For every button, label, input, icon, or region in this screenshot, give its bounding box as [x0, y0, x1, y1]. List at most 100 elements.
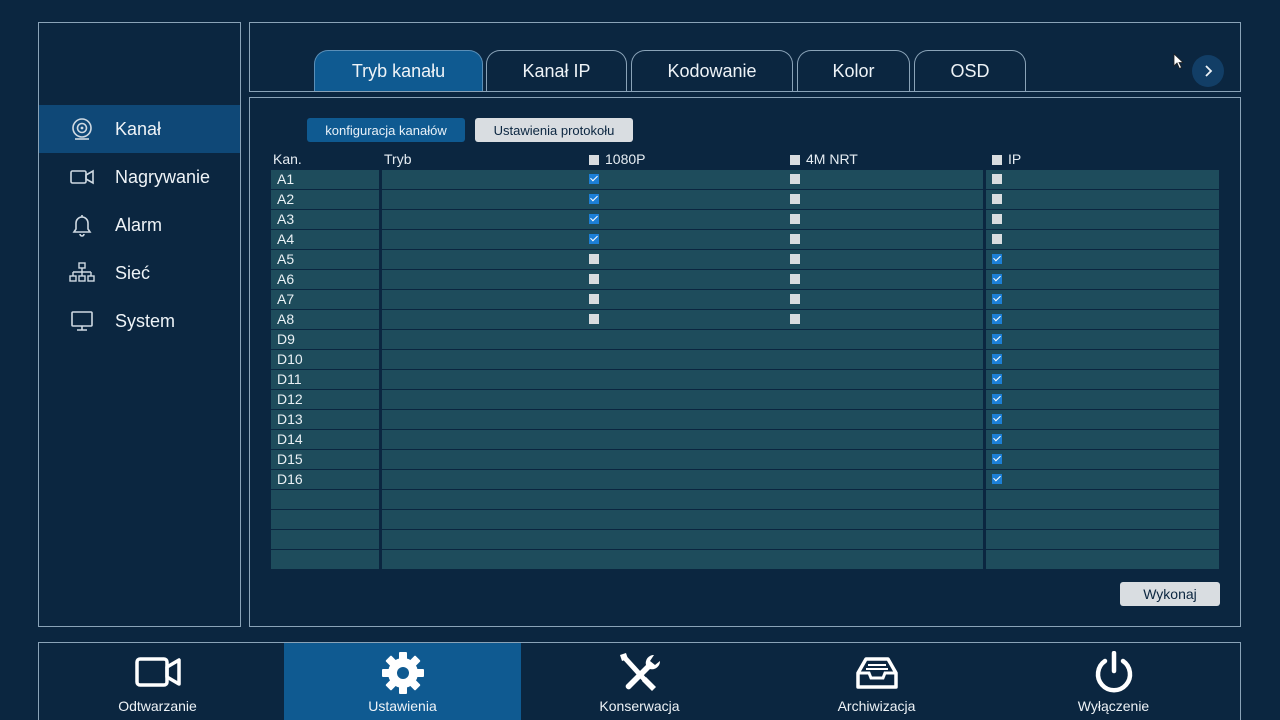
sidebar-item-alarm[interactable]: Alarm — [39, 201, 240, 249]
table-cell — [986, 410, 1219, 429]
1080p-checkbox[interactable] — [589, 254, 599, 264]
table-cell — [382, 210, 983, 229]
select-all-1080p-checkbox[interactable] — [589, 155, 599, 165]
table-cell — [986, 290, 1219, 309]
4m-nrt-checkbox[interactable] — [790, 234, 800, 244]
video-camera-icon — [70, 169, 94, 185]
4m-nrt-checkbox[interactable] — [790, 254, 800, 264]
ip-checkbox[interactable] — [992, 214, 1002, 224]
table-cell — [986, 210, 1219, 229]
network-icon — [69, 262, 95, 282]
4m-nrt-checkbox[interactable] — [790, 274, 800, 284]
ip-checkbox[interactable] — [992, 394, 1002, 404]
table-cell — [382, 390, 983, 409]
ip-checkbox[interactable] — [992, 334, 1002, 344]
1080p-checkbox[interactable] — [589, 174, 599, 184]
nav-ustawienia[interactable]: Ustawienia — [284, 643, 521, 720]
table-cell — [986, 170, 1219, 189]
ip-checkbox[interactable] — [992, 434, 1002, 444]
1080p-checkbox[interactable] — [589, 314, 599, 324]
ip-checkbox[interactable] — [992, 414, 1002, 424]
1080p-checkbox[interactable] — [589, 274, 599, 284]
sidebar-item-label: Kanał — [115, 118, 162, 139]
table-cell — [382, 270, 983, 289]
table-cell — [382, 230, 983, 249]
header-1080p: 1080P — [605, 151, 646, 167]
table-cell — [986, 390, 1219, 409]
nav-wylaczenie[interactable]: Wyłączenie — [995, 643, 1232, 720]
1080p-checkbox[interactable] — [589, 294, 599, 304]
table-cell — [382, 330, 983, 349]
ip-checkbox[interactable] — [992, 474, 1002, 484]
table-row: A2 — [271, 190, 1219, 209]
table-cell — [382, 550, 983, 569]
table-row — [271, 550, 1219, 569]
sidebar-item-label: Sieć — [115, 262, 151, 283]
protocol-settings-button[interactable]: Ustawienia protokołu — [475, 118, 633, 142]
ip-checkbox[interactable] — [992, 374, 1002, 384]
table-cell — [271, 550, 379, 569]
ip-checkbox[interactable] — [992, 174, 1002, 184]
nav-archiwizacja[interactable]: Archiwizacja — [758, 643, 995, 720]
channel-label: A6 — [277, 271, 295, 287]
header-4m-nrt: 4M NRT — [806, 151, 858, 167]
table-cell — [382, 370, 983, 389]
ip-checkbox[interactable] — [992, 354, 1002, 364]
4m-nrt-checkbox[interactable] — [790, 294, 800, 304]
sidebar-item-kanal[interactable]: Kanał — [39, 105, 240, 153]
4m-nrt-checkbox[interactable] — [790, 194, 800, 204]
nav-konserwacja[interactable]: Konserwacja — [521, 643, 758, 720]
ip-checkbox[interactable] — [992, 454, 1002, 464]
mouse-cursor-icon — [1173, 53, 1185, 70]
tab-tryb-kanalu[interactable]: Tryb kanału — [314, 50, 483, 91]
ip-checkbox[interactable] — [992, 234, 1002, 244]
execute-button[interactable]: Wykonaj — [1120, 582, 1220, 606]
select-all-4m-nrt-checkbox[interactable] — [790, 155, 800, 165]
channel-label: A1 — [277, 171, 295, 187]
1080p-checkbox[interactable] — [589, 234, 599, 244]
tab-kanal-ip[interactable]: Kanał IP — [486, 50, 627, 91]
4m-nrt-checkbox[interactable] — [790, 174, 800, 184]
nav-odtwarzanie[interactable]: Odtwarzanie — [39, 643, 276, 720]
table-cell — [986, 530, 1219, 549]
sidebar-item-siec[interactable]: Sieć — [39, 249, 240, 297]
sidebar-item-nagrywanie[interactable]: Nagrywanie — [39, 153, 240, 201]
gear-icon — [381, 652, 424, 694]
bell-icon — [72, 215, 92, 237]
channel-config-button[interactable]: konfiguracja kanałów — [307, 118, 465, 142]
table-cell — [986, 550, 1219, 569]
ip-checkbox[interactable] — [992, 194, 1002, 204]
tab-kodowanie[interactable]: Kodowanie — [631, 50, 793, 91]
camera-icon — [72, 118, 92, 140]
nav-label: Odtwarzanie — [118, 698, 197, 714]
table-cell — [986, 430, 1219, 449]
table-cell — [986, 470, 1219, 489]
ip-checkbox[interactable] — [992, 294, 1002, 304]
tab-osd[interactable]: OSD — [914, 50, 1026, 91]
select-all-ip-checkbox[interactable] — [992, 155, 1002, 165]
ip-checkbox[interactable] — [992, 274, 1002, 284]
next-tab-button[interactable] — [1192, 55, 1224, 87]
table-cell — [271, 490, 379, 509]
channel-label: D16 — [277, 471, 303, 487]
sidebar-item-label: Alarm — [115, 214, 163, 235]
table-cell — [986, 450, 1219, 469]
sidebar-item-system[interactable]: System — [39, 297, 240, 345]
playback-camera-icon — [134, 657, 181, 687]
ip-checkbox[interactable] — [992, 314, 1002, 324]
1080p-checkbox[interactable] — [589, 214, 599, 224]
1080p-checkbox[interactable] — [589, 194, 599, 204]
tab-kolor[interactable]: Kolor — [797, 50, 910, 91]
table-cell — [986, 270, 1219, 289]
chevron-right-icon — [1205, 65, 1213, 77]
4m-nrt-checkbox[interactable] — [790, 314, 800, 324]
ip-checkbox[interactable] — [992, 254, 1002, 264]
table-row: A6 — [271, 270, 1219, 289]
table-row: D9 — [271, 330, 1219, 349]
table-row — [271, 490, 1219, 509]
table-cell — [382, 410, 983, 429]
table-row: D16 — [271, 470, 1219, 489]
table-row: A4 — [271, 230, 1219, 249]
archive-tray-icon — [855, 657, 898, 689]
4m-nrt-checkbox[interactable] — [790, 214, 800, 224]
